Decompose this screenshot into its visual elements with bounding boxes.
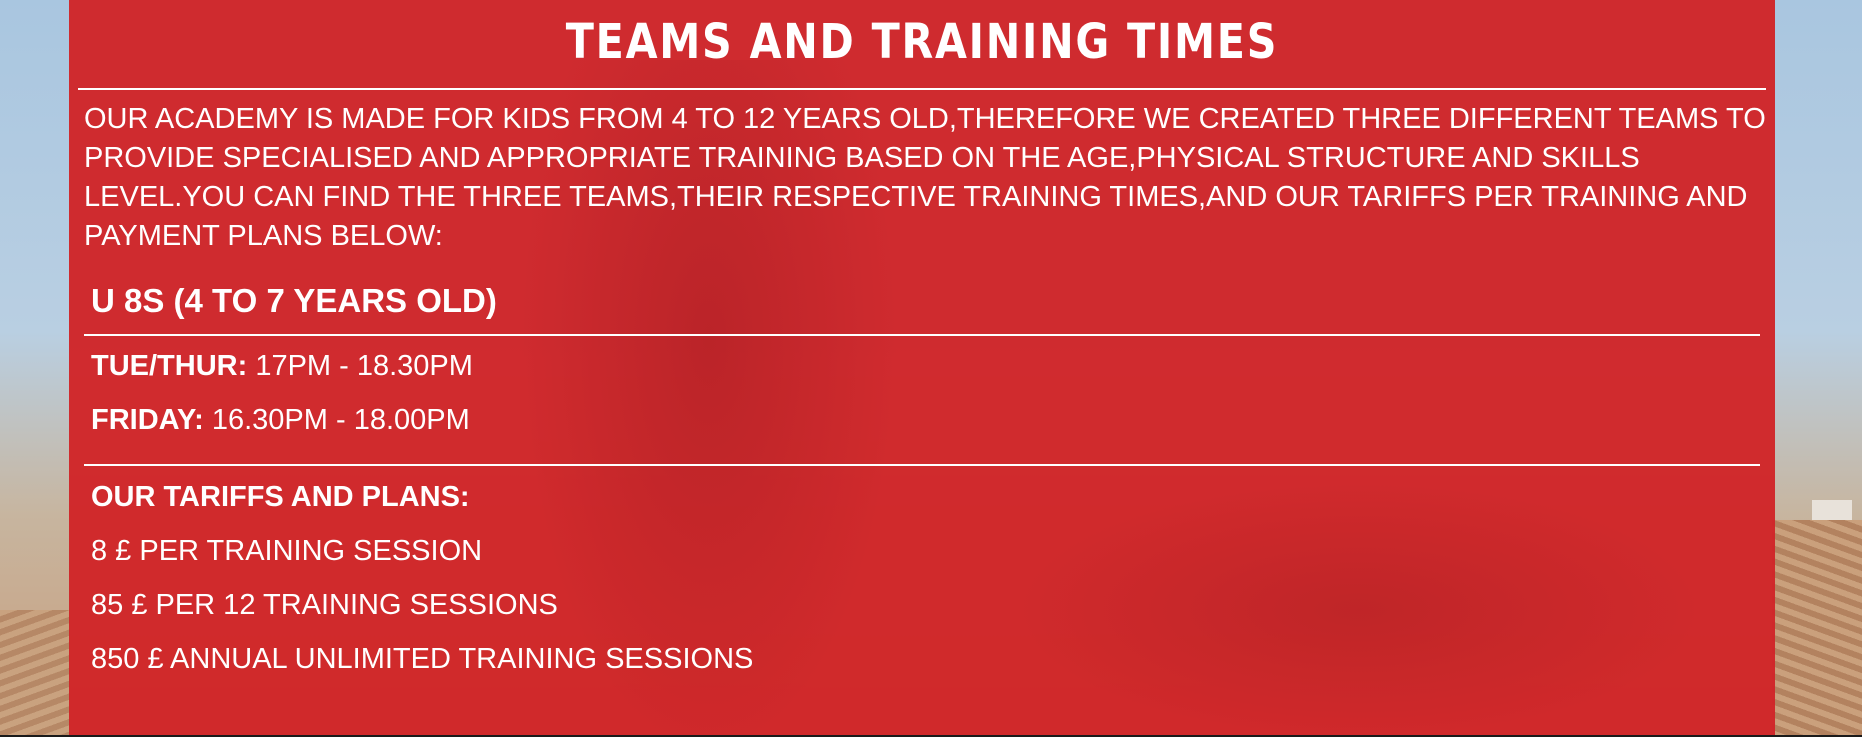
rooftop-right xyxy=(1772,520,1862,737)
teams-panel: TEAMS AND TRAINING TIMES OUR ACADEMY IS … xyxy=(69,0,1775,735)
schedule-time: 16.30PM - 18.00PM xyxy=(203,404,470,436)
tariff-item: 850 £ ANNUAL UNLIMITED TRAINING SESSIONS xyxy=(91,643,754,675)
section-title: TEAMS AND TRAINING TIMES xyxy=(565,14,1279,70)
schedule-day: FRIDAY: xyxy=(91,404,204,436)
rooftop-left xyxy=(0,610,70,737)
team-heading: U 8S (4 TO 7 YEARS OLD) xyxy=(91,282,497,319)
tariffs-heading: OUR TARIFFS AND PLANS: xyxy=(91,477,470,517)
team-divider xyxy=(84,334,1760,336)
tariffs-heading-text: OUR TARIFFS AND PLANS: xyxy=(91,481,470,513)
tariff-item: 85 £ PER 12 TRAINING SESSIONS xyxy=(91,589,558,621)
schedule-row: FRIDAY: 16.30PM - 18.00PM xyxy=(91,400,470,440)
title-divider xyxy=(78,88,1766,90)
schedule-time: 17PM - 18.30PM xyxy=(247,350,473,382)
schedule-day: TUE/THUR: xyxy=(91,350,248,382)
intro-paragraph: OUR ACADEMY IS MADE FOR KIDS FROM 4 TO 1… xyxy=(84,103,1766,252)
schedule-row: TUE/THUR: 17PM - 18.30PM xyxy=(91,346,473,386)
tariffs-divider xyxy=(84,464,1760,466)
field-shadow xyxy=(1009,480,1709,735)
tariff-item: 8 £ PER TRAINING SESSION xyxy=(91,535,483,567)
